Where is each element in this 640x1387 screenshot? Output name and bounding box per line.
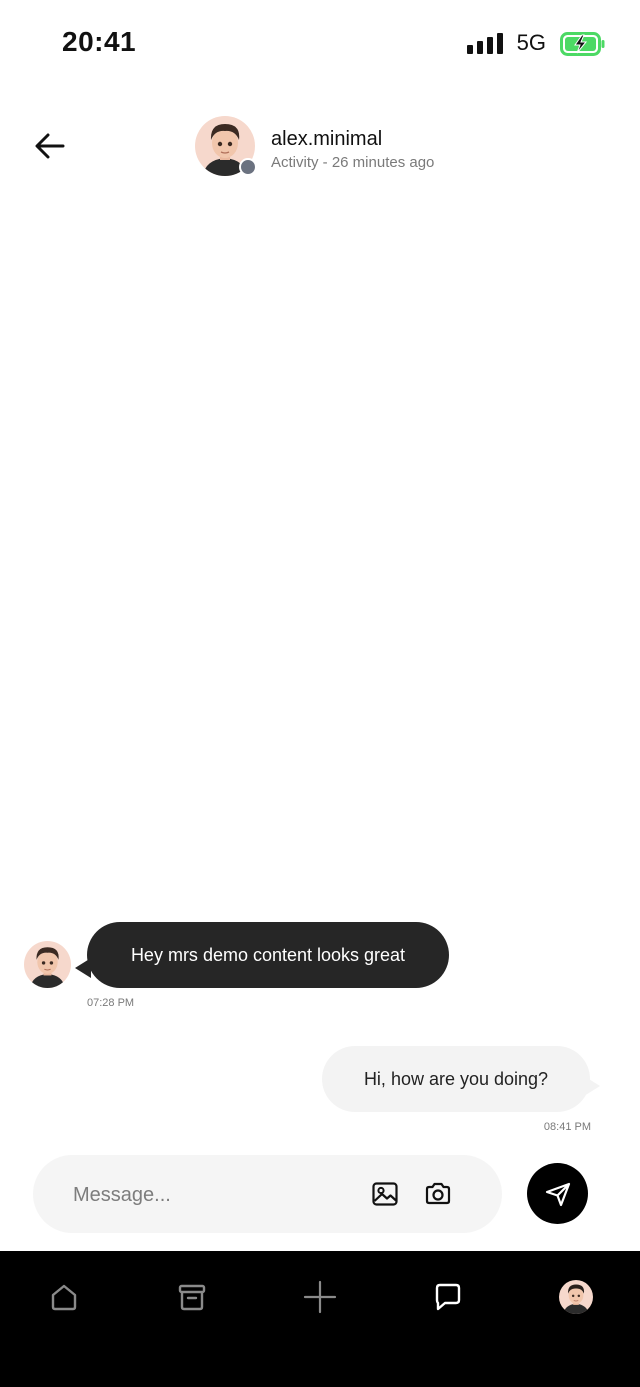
message-avatar[interactable] [24,941,71,988]
status-time: 20:41 [62,26,137,57]
attach-image-button[interactable] [370,1179,400,1209]
nav-archive[interactable] [172,1277,212,1317]
archive-icon [178,1284,206,1311]
contact-name[interactable]: alex.minimal [271,128,382,151]
nav-home[interactable] [44,1277,84,1317]
outgoing-message-bubble[interactable]: Hi, how are you doing? [322,1046,600,1112]
message-text: Hey mrs demo content looks great [130,944,406,965]
back-button[interactable] [30,126,70,166]
send-icon [545,1182,570,1206]
chat-screen: 20:41 5G alex.minimal Activity - 26 minu… [0,0,640,1387]
contact-avatar[interactable] [195,116,257,176]
camera-button[interactable] [423,1179,453,1209]
message-timestamp: 08:41 PM [543,1121,591,1133]
nav-profile[interactable] [556,1277,596,1317]
message-composer [33,1155,502,1233]
camera-icon [425,1182,451,1205]
send-button[interactable] [527,1163,588,1224]
signal-icon [466,32,503,54]
activity-status: Activity - 26 minutes ago [271,154,435,171]
incoming-message-bubble[interactable]: Hey mrs demo content looks great [75,922,449,988]
profile-avatar [559,1280,593,1314]
nav-messages[interactable] [428,1277,468,1317]
home-icon [51,1284,77,1311]
image-icon [372,1182,398,1206]
message-timestamp: 07:28 PM [87,997,135,1009]
network-label: 5G [516,30,546,55]
chat-header: alex.minimal Activity - 26 minutes ago [0,100,640,190]
battery-charging-icon [560,32,605,56]
plus-icon [303,1280,337,1314]
chat-icon [435,1283,461,1311]
back-arrow-icon [35,133,65,159]
message-text: Hi, how are you doing? [363,1068,549,1089]
nav-create[interactable] [300,1277,340,1317]
status-icons: 5G [466,30,605,56]
status-bar: 20:41 5G [0,0,640,88]
presence-indicator [239,158,257,176]
bottom-navigation [0,1251,640,1387]
avatar [24,941,71,988]
message-input[interactable] [71,1175,355,1215]
